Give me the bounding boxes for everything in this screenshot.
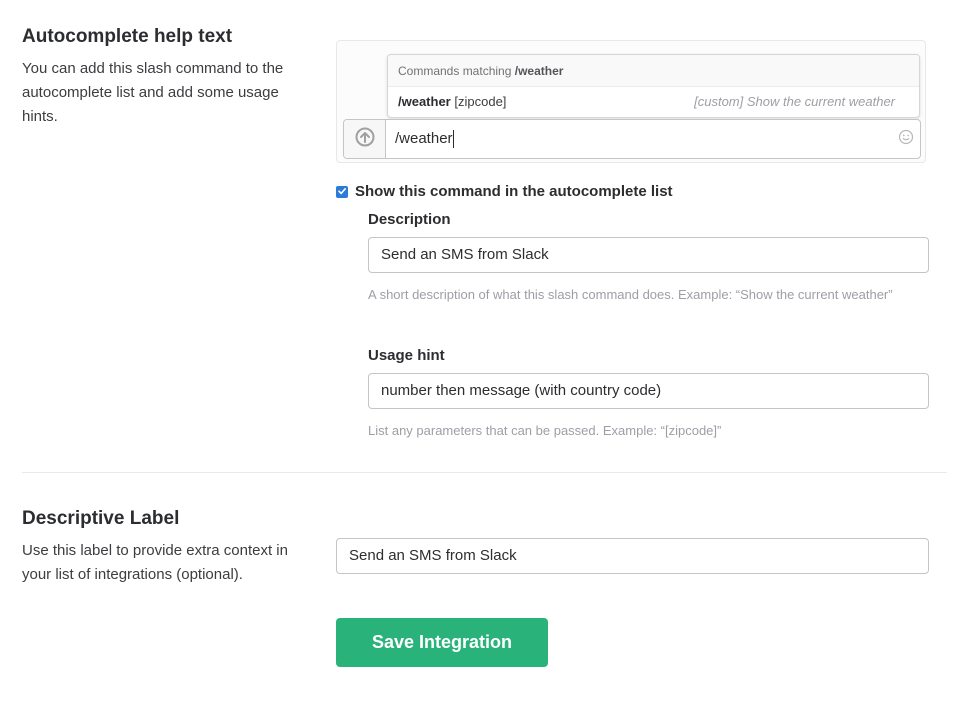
- show-in-autocomplete-row[interactable]: Show this command in the autocomplete li…: [336, 183, 673, 200]
- popup-row-command: /weather: [398, 94, 451, 109]
- integration-settings-page: Autocomplete help text You can add this …: [0, 0, 976, 702]
- emoji-smiley-icon: [898, 129, 914, 150]
- message-input-value: /weather: [395, 130, 453, 147]
- usage-hint-help-text: List any parameters that can be passed. …: [368, 423, 722, 438]
- descriptive-label-description: Use this label to provide extra context …: [22, 542, 288, 583]
- emoji-button[interactable]: [892, 120, 920, 158]
- message-input-preview[interactable]: /weather: [343, 119, 921, 159]
- upload-arrow-icon: [355, 127, 375, 152]
- popup-header-command: /weather: [514, 64, 564, 78]
- section-divider: [22, 472, 947, 473]
- description-help-text: A short description of what this slash c…: [368, 287, 893, 302]
- popup-header-prefix: Commands matching: [398, 64, 512, 78]
- description-input[interactable]: Send an SMS from Slack: [368, 237, 929, 273]
- message-input-text[interactable]: /weather: [386, 120, 892, 158]
- autocomplete-preview: Commands matching /weather /weather [zip…: [336, 40, 926, 163]
- popup-row-hint: [zipcode]: [454, 94, 507, 109]
- autocomplete-popup: Commands matching /weather /weather [zip…: [387, 54, 920, 118]
- autocomplete-section-description: You can add this slash command to the au…: [22, 60, 284, 125]
- text-caret: [452, 130, 454, 149]
- description-label: Description: [368, 211, 451, 228]
- show-in-autocomplete-checkbox[interactable]: [336, 183, 348, 200]
- descriptive-label-input[interactable]: Send an SMS from Slack: [336, 538, 929, 574]
- popup-command-row[interactable]: /weather [zipcode] [custom] Show the cur…: [388, 87, 919, 117]
- popup-header: Commands matching /weather: [388, 55, 919, 87]
- autocomplete-section-title: Autocomplete help text: [22, 26, 233, 47]
- descriptive-label-title: Descriptive Label: [22, 508, 180, 529]
- popup-row-custom-description: [custom] Show the current weather: [694, 94, 895, 109]
- checkmark-icon: [337, 183, 347, 200]
- usage-hint-label: Usage hint: [368, 347, 445, 364]
- save-integration-button[interactable]: Save Integration: [336, 618, 548, 667]
- upload-button[interactable]: [344, 120, 386, 158]
- show-in-autocomplete-label: Show this command in the autocomplete li…: [355, 183, 673, 200]
- usage-hint-input[interactable]: number then message (with country code): [368, 373, 929, 409]
